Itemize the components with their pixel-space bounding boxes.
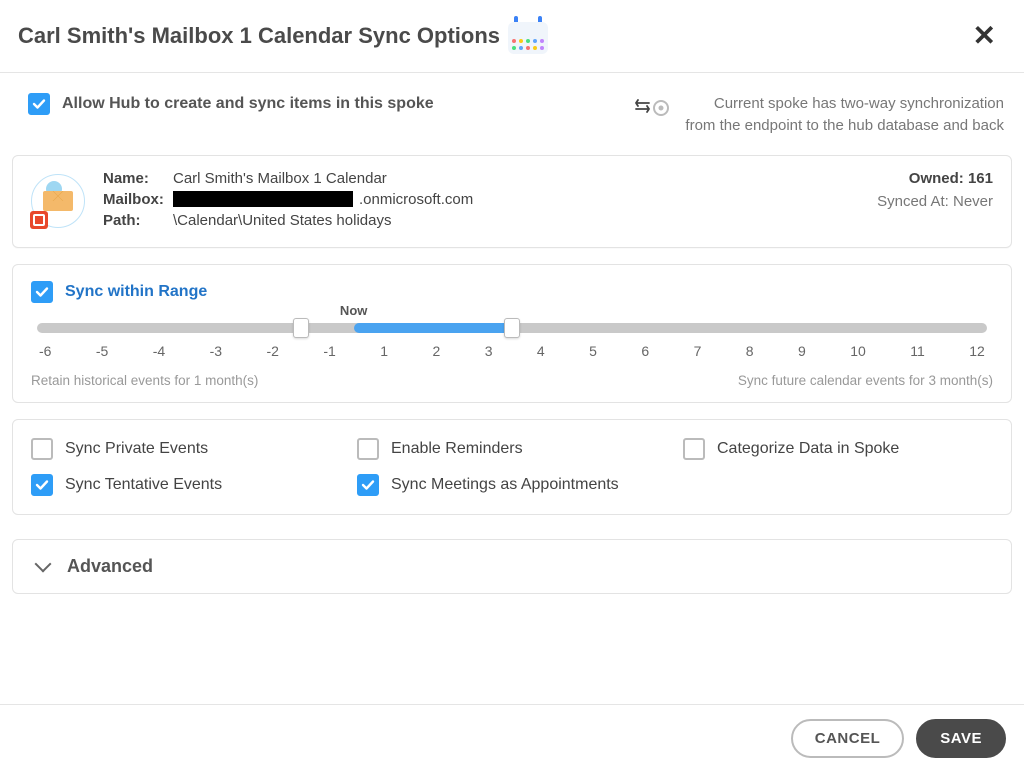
- slider-fill: [354, 323, 512, 333]
- sync-meetings-checkbox[interactable]: [357, 474, 379, 496]
- slider-tick: 5: [589, 343, 597, 359]
- categorize-data-label: Categorize Data in Spoke: [717, 440, 899, 458]
- save-button[interactable]: SAVE: [916, 719, 1006, 758]
- slider-tick: 7: [694, 343, 702, 359]
- slider-ticks: -6-5-4-3-2-1123456789101112: [37, 343, 987, 359]
- cancel-button[interactable]: CANCEL: [791, 719, 905, 758]
- sync-options-card: Sync Private Events Enable Reminders Cat…: [12, 419, 1012, 515]
- future-caption: Sync future calendar events for 3 month(…: [738, 373, 993, 388]
- sync-private-events-option[interactable]: Sync Private Events: [31, 438, 341, 460]
- enable-reminders-label: Enable Reminders: [391, 440, 523, 458]
- slider-tick: -1: [323, 343, 335, 359]
- name-value: Carl Smith's Mailbox 1 Calendar: [173, 170, 387, 187]
- sync-tentative-events-label: Sync Tentative Events: [65, 476, 222, 494]
- slider-tick: -4: [153, 343, 165, 359]
- top-row: Allow Hub to create and sync items in th…: [0, 73, 1024, 155]
- synced-at-value: Never: [953, 193, 993, 210]
- mailbox-redacted: [173, 191, 353, 207]
- slider-tick: 12: [969, 343, 985, 359]
- enable-reminders-option[interactable]: Enable Reminders: [357, 438, 667, 460]
- sync-direction-text: Current spoke has two-way synchronizatio…: [685, 93, 1004, 137]
- slider-tick: -2: [267, 343, 279, 359]
- sync-direction-info: Current spoke has two-way synchronizatio…: [635, 93, 1004, 137]
- allow-hub-checkbox[interactable]: [28, 93, 50, 115]
- sync-meetings-label: Sync Meetings as Appointments: [391, 476, 619, 494]
- dialog-header: Carl Smith's Mailbox 1 Calendar Sync Opt…: [0, 0, 1024, 73]
- sync-private-events-checkbox[interactable]: [31, 438, 53, 460]
- categorize-data-checkbox[interactable]: [683, 438, 705, 460]
- sync-direction-line1: Current spoke has two-way synchronizatio…: [685, 93, 1004, 115]
- close-icon[interactable]: ✕: [965, 18, 1004, 54]
- range-slider[interactable]: Now -6-5-4-3-2-1123456789101112: [31, 323, 993, 359]
- categorize-data-option[interactable]: Categorize Data in Spoke: [683, 438, 993, 460]
- dialog-footer: CANCEL SAVE: [0, 704, 1024, 772]
- mailbox-icon: [31, 174, 85, 228]
- owned-value: 161: [968, 170, 993, 187]
- advanced-label: Advanced: [67, 556, 153, 577]
- enable-reminders-checkbox[interactable]: [357, 438, 379, 460]
- two-way-sync-icon: [635, 97, 671, 119]
- slider-tick: -6: [39, 343, 51, 359]
- slider-tick: 3: [485, 343, 493, 359]
- header-title-wrap: Carl Smith's Mailbox 1 Calendar Sync Opt…: [18, 18, 548, 54]
- slider-handle-low[interactable]: [293, 318, 309, 338]
- sync-range-option[interactable]: Sync within Range: [31, 281, 993, 303]
- path-label: Path:: [103, 212, 167, 229]
- sync-private-events-label: Sync Private Events: [65, 440, 208, 458]
- spoke-details-fields: Name: Carl Smith's Mailbox 1 Calendar Ma…: [103, 170, 859, 233]
- slider-tick: 11: [910, 343, 925, 359]
- slider-tick: 1: [380, 343, 388, 359]
- slider-tick: -5: [96, 343, 108, 359]
- mailbox-label: Mailbox:: [103, 191, 167, 208]
- calendar-icon: [508, 18, 548, 54]
- now-label: Now: [340, 303, 367, 318]
- spoke-details-stats: Owned: 161 Synced At: Never: [877, 170, 993, 210]
- sync-range-checkbox[interactable]: [31, 281, 53, 303]
- chevron-down-icon: [35, 556, 52, 573]
- spoke-details-card: Name: Carl Smith's Mailbox 1 Calendar Ma…: [12, 155, 1012, 248]
- sync-range-card: Sync within Range Now -6-5-4-3-2-1123456…: [12, 264, 1012, 403]
- slider-tick: 6: [641, 343, 649, 359]
- slider-handle-high[interactable]: [504, 318, 520, 338]
- slider-track[interactable]: Now: [37, 323, 987, 333]
- range-captions: Retain historical events for 1 month(s) …: [31, 373, 993, 388]
- allow-hub-label: Allow Hub to create and sync items in th…: [62, 95, 434, 113]
- mailbox-suffix: .onmicrosoft.com: [359, 191, 473, 208]
- sync-direction-line2: from the endpoint to the hub database an…: [685, 115, 1004, 137]
- synced-at-label: Synced At:: [877, 193, 949, 210]
- slider-tick: 9: [798, 343, 806, 359]
- owned-label: Owned:: [909, 170, 964, 187]
- name-label: Name:: [103, 170, 167, 187]
- sync-tentative-events-option[interactable]: Sync Tentative Events: [31, 474, 341, 496]
- sync-meetings-option[interactable]: Sync Meetings as Appointments: [357, 474, 667, 496]
- slider-tick: 2: [432, 343, 440, 359]
- slider-tick: -3: [210, 343, 222, 359]
- sync-tentative-events-checkbox[interactable]: [31, 474, 53, 496]
- path-value: \Calendar\United States holidays: [173, 212, 391, 229]
- retain-caption: Retain historical events for 1 month(s): [31, 373, 258, 388]
- sync-range-label: Sync within Range: [65, 283, 207, 301]
- advanced-section-toggle[interactable]: Advanced: [12, 539, 1012, 594]
- slider-tick: 8: [746, 343, 754, 359]
- dialog-title: Carl Smith's Mailbox 1 Calendar Sync Opt…: [18, 23, 500, 49]
- slider-tick: 4: [537, 343, 545, 359]
- allow-hub-option[interactable]: Allow Hub to create and sync items in th…: [28, 93, 434, 115]
- slider-tick: 10: [850, 343, 866, 359]
